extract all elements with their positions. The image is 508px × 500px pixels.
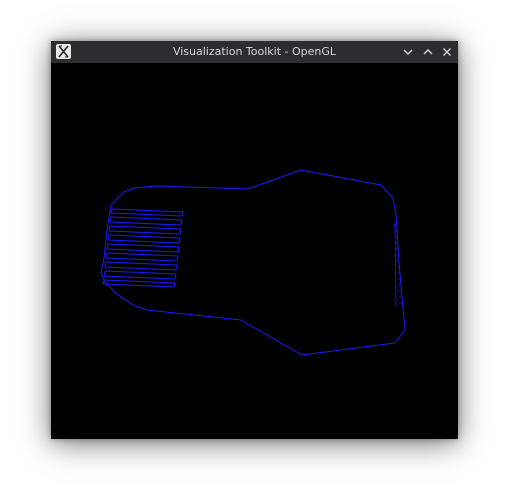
- outline-contour: [100, 169, 406, 356]
- maximize-button[interactable]: [420, 44, 436, 60]
- right-edge-ticks: [394, 222, 402, 308]
- render-viewport[interactable]: [51, 63, 458, 439]
- outline-rendering: [100, 169, 406, 356]
- x-window-icon: [56, 44, 71, 59]
- title-bar[interactable]: Visualization Toolkit - OpenGL: [51, 41, 458, 63]
- minimize-button[interactable]: [400, 44, 416, 60]
- close-button[interactable]: [439, 44, 455, 60]
- comb-teeth-left: [102, 208, 184, 288]
- window-title: Visualization Toolkit - OpenGL: [172, 45, 337, 58]
- chevron-up-icon: [423, 49, 433, 55]
- vtk-render-window: Visualization Toolkit - OpenGL: [51, 41, 458, 439]
- close-icon: [443, 48, 451, 56]
- chevron-down-icon: [403, 49, 413, 55]
